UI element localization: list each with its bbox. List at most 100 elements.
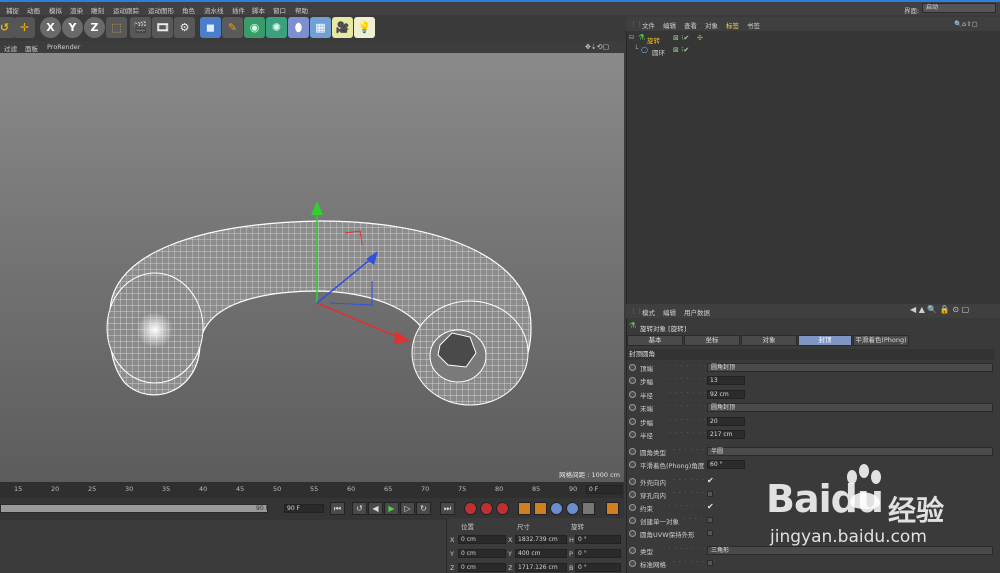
timeline-icon[interactable]	[606, 502, 619, 515]
keyframe-selection-icon[interactable]	[496, 502, 509, 515]
render-picture-viewer-icon[interactable]: 🎞	[152, 17, 173, 38]
prev-frame-icon[interactable]: ◀	[368, 502, 383, 515]
size-z-field[interactable]: 1717.126 cm	[515, 563, 567, 572]
play-icon[interactable]: ▶	[384, 502, 399, 515]
viewport-menu-prorender[interactable]: ProRender	[47, 43, 80, 51]
tab-caps[interactable]: 封顶	[798, 335, 852, 346]
am-nav-icons[interactable]: ◀ ▲ 🔍 🔒 ⊙ ▢	[910, 305, 969, 314]
regular-grid-checkbox[interactable]	[707, 560, 713, 566]
animate-dot-icon[interactable]	[629, 461, 636, 468]
expand-icon[interactable]: ⊟	[629, 34, 634, 41]
deformer-icon[interactable]: ⬮	[288, 17, 309, 38]
om-menu-objects[interactable]: 对象	[705, 20, 718, 30]
menu-character[interactable]: 角色	[182, 5, 195, 15]
camera-icon[interactable]: 🎥	[332, 17, 353, 38]
start-radius-field[interactable]: 92 cm	[707, 390, 745, 399]
om-menu-file[interactable]: 文件	[642, 20, 655, 30]
start-cap-dropdown[interactable]: 圆角封顶	[707, 363, 993, 372]
axis-z-button[interactable]: Z	[84, 17, 105, 38]
rotation-b-field[interactable]: 0 °	[575, 563, 621, 572]
viewport-menu-panel[interactable]: 面板	[25, 43, 38, 53]
viewport-menu-filter[interactable]: 过滤	[4, 43, 17, 53]
object-name[interactable]: 旋转	[647, 35, 660, 45]
rotation-h-field[interactable]: 0 °	[575, 535, 621, 544]
floor-icon[interactable]: ▦	[310, 17, 331, 38]
coordinate-system-icon[interactable]: ⬚	[106, 17, 127, 38]
key-position-icon[interactable]	[518, 502, 531, 515]
menu-mograph[interactable]: 运动图形	[148, 5, 174, 15]
am-menu-userdata[interactable]: 用户数据	[684, 307, 710, 317]
animate-dot-icon[interactable]	[629, 560, 636, 567]
next-frame-icon[interactable]: ▷	[400, 502, 415, 515]
animate-dot-icon[interactable]	[629, 391, 636, 398]
record-icon[interactable]	[464, 502, 477, 515]
end-radius-field[interactable]: 217 cm	[707, 430, 745, 439]
animate-dot-icon[interactable]	[629, 377, 636, 384]
hole-inwards-checkbox[interactable]	[707, 491, 713, 497]
end-steps-field[interactable]: 20	[707, 417, 745, 426]
goto-start-icon[interactable]: ⏮	[330, 502, 345, 515]
render-view-icon[interactable]: 🎬	[130, 17, 151, 38]
tab-object[interactable]: 对象	[741, 335, 797, 346]
hull-inwards-checkbox[interactable]: ✔	[707, 476, 714, 485]
subdivision-icon[interactable]: ◉	[244, 17, 265, 38]
animate-dot-icon[interactable]	[629, 530, 636, 537]
om-menu-tags[interactable]: 标签	[726, 20, 739, 30]
end-cap-dropdown[interactable]: 圆角封顶	[707, 403, 993, 412]
position-y-field[interactable]: 0 cm	[458, 549, 506, 558]
key-pla-icon[interactable]	[582, 502, 595, 515]
menu-pipeline[interactable]: 流水线	[204, 5, 224, 15]
object-row-lathe[interactable]: ⊟ ⚗ 旋转 ⊠ ⁝✔ ✣	[629, 33, 709, 45]
menu-motion-tracking[interactable]: 运动跟踪	[113, 5, 139, 15]
menu-window[interactable]: 窗口	[273, 5, 286, 15]
key-rotation-icon[interactable]	[550, 502, 563, 515]
rotation-p-field[interactable]: 0 °	[575, 549, 621, 558]
animate-dot-icon[interactable]	[629, 364, 636, 371]
visibility-icon[interactable]: ⊠ ⁝✔	[673, 46, 689, 54]
frame-range-slider[interactable]	[0, 504, 268, 513]
undo-icon[interactable]: ↺	[0, 17, 15, 38]
current-frame-field[interactable]: 0 F	[586, 485, 622, 494]
autokey-icon[interactable]	[480, 502, 493, 515]
single-object-checkbox[interactable]	[707, 517, 713, 523]
animate-dot-icon[interactable]	[629, 504, 636, 511]
light-icon[interactable]: 💡	[354, 17, 375, 38]
prev-key-icon[interactable]: ↺	[352, 502, 367, 515]
animate-dot-icon[interactable]	[629, 404, 636, 411]
animate-dot-icon[interactable]	[629, 418, 636, 425]
menu-simulate[interactable]: 模拟	[49, 5, 62, 15]
menu-script[interactable]: 脚本	[252, 5, 265, 15]
size-y-field[interactable]: 400 cm	[515, 549, 567, 558]
menu-sculpt[interactable]: 雕刻	[91, 5, 104, 15]
key-scale-icon[interactable]	[534, 502, 547, 515]
menu-snap[interactable]: 捕捉	[6, 5, 19, 15]
perspective-viewport[interactable]: 网格间距 : 1000 cm	[0, 53, 624, 482]
om-menu-bookmarks[interactable]: 书签	[747, 20, 760, 30]
tag-icon[interactable]: ✣	[697, 34, 703, 42]
animate-dot-icon[interactable]	[629, 517, 636, 524]
om-menu-edit[interactable]: 编辑	[663, 20, 676, 30]
pen-icon[interactable]: ✎	[222, 17, 243, 38]
cube-icon[interactable]: ◼	[200, 17, 221, 38]
next-key-icon[interactable]: ↻	[416, 502, 431, 515]
tab-coord[interactable]: 坐标	[684, 335, 740, 346]
animate-dot-icon[interactable]	[629, 547, 636, 554]
constrain-checkbox[interactable]: ✔	[707, 502, 714, 511]
am-menu-mode[interactable]: 模式	[642, 307, 655, 317]
tab-phong[interactable]: 平滑着色(Phong)	[853, 335, 909, 346]
animate-dot-icon[interactable]	[629, 491, 636, 498]
array-icon[interactable]: ✺	[266, 17, 287, 38]
axis-x-button[interactable]: X	[40, 17, 61, 38]
render-settings-icon[interactable]: ⚙	[174, 17, 195, 38]
animate-dot-icon[interactable]	[629, 431, 636, 438]
animate-dot-icon[interactable]	[629, 448, 636, 455]
move-tool-icon[interactable]: ✛	[14, 17, 35, 38]
object-row-circle[interactable]: └ ○ 圆环 ⊠ ⁝✔	[629, 45, 709, 57]
am-menu-edit[interactable]: 编辑	[663, 307, 676, 317]
size-x-field[interactable]: 1832.739 cm	[515, 535, 567, 544]
object-name[interactable]: 圆环	[652, 47, 665, 57]
position-x-field[interactable]: 0 cm	[458, 535, 506, 544]
menu-animate[interactable]: 动画	[27, 5, 40, 15]
keep-uvw-checkbox[interactable]	[707, 530, 713, 536]
tab-basic[interactable]: 基本	[627, 335, 683, 346]
